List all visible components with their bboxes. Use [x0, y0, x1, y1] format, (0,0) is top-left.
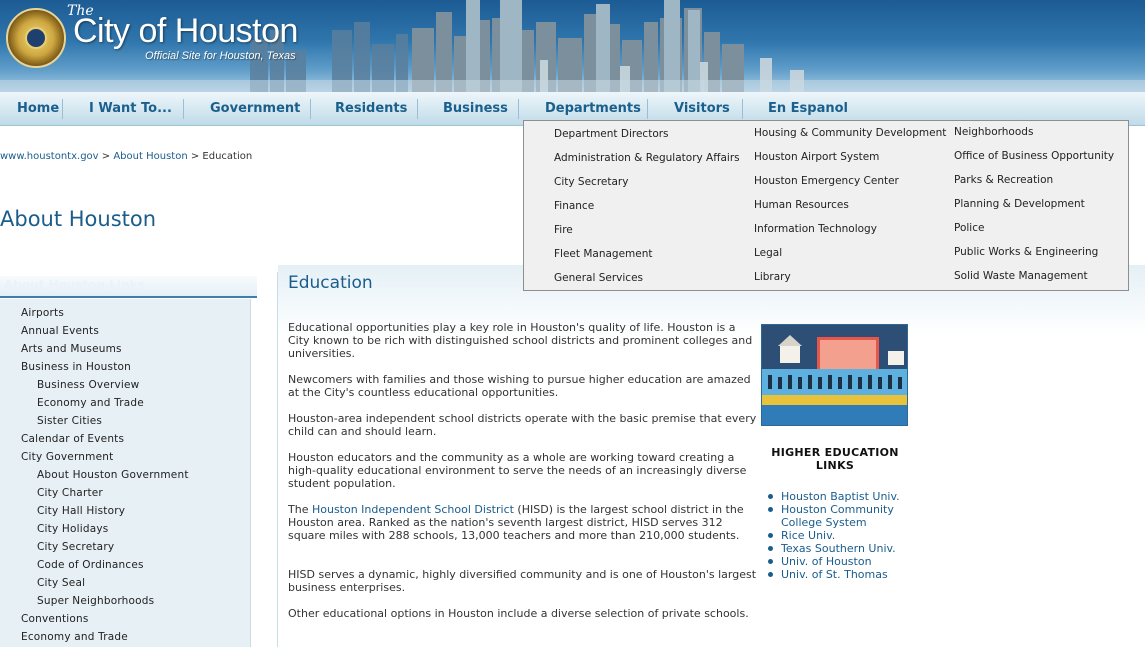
higher-ed-link[interactable]: Rice Univ. [767, 529, 927, 542]
mural-illustration [762, 325, 907, 425]
dept-menu-item[interactable]: Fleet Management [554, 248, 653, 260]
sidebar-sublink[interactable]: City Seal [37, 577, 85, 589]
sidebar-link[interactable]: Annual Events [21, 325, 99, 337]
sidebar-heading: About Houston Links [0, 276, 257, 298]
nav-residents[interactable]: Residents [335, 101, 407, 119]
dept-menu-item[interactable]: Human Resources [754, 199, 849, 211]
nav-home[interactable]: Home [17, 101, 59, 119]
dept-menu-item[interactable]: Office of Business Opportunity [954, 150, 1114, 162]
higher-education-title: HIGHER EDUCATION LINKS [771, 446, 899, 472]
dept-menu-item[interactable]: Fire [554, 224, 573, 236]
sidebar-sublink[interactable]: Sister Cities [37, 415, 102, 427]
seal-center [25, 27, 47, 49]
paragraph-text: The [288, 503, 312, 516]
paragraph: HISD serves a dynamic, highly diversifie… [288, 568, 757, 594]
dept-menu-item[interactable]: Public Works & Engineering [954, 246, 1098, 258]
dept-menu-item[interactable]: Neighborhoods [954, 126, 1033, 138]
nav-business[interactable]: Business [443, 101, 508, 119]
dept-menu-item[interactable]: Solid Waste Management [954, 270, 1088, 282]
nav-divider [742, 99, 743, 119]
nav-divider [518, 99, 519, 119]
nav-government[interactable]: Government [210, 101, 300, 119]
dept-menu-item[interactable]: Department Directors [554, 128, 669, 140]
dept-menu-item[interactable]: Finance [554, 200, 594, 212]
dept-menu-item[interactable]: Administration & Regulatory Affairs [554, 152, 740, 164]
paragraph: Houston educators and the community as a… [288, 451, 747, 490]
departments-dropdown-menu: Department Directors Administration & Re… [523, 120, 1129, 291]
dept-menu-item[interactable]: Library [754, 271, 791, 283]
higher-ed-link[interactable]: Houston Baptist Univ. [767, 490, 927, 503]
sidebar-link[interactable]: Economy and Trade [21, 631, 128, 643]
dept-menu-item[interactable]: Planning & Development [954, 198, 1085, 210]
section-title: Education [288, 273, 373, 293]
sidebar-links-panel: Airports Annual Events Arts and Museums … [0, 299, 251, 647]
sidebar-link[interactable]: Airports [21, 307, 64, 319]
nav-divider [647, 99, 648, 119]
nav-en-espanol[interactable]: En Espanol [768, 101, 848, 119]
sidebar-sublink[interactable]: Code of Ordinances [37, 559, 144, 571]
sidebar-sublink[interactable]: Business Overview [37, 379, 139, 391]
sidebar-sublink[interactable]: City Hall History [37, 505, 125, 517]
breadcrumb-home-link[interactable]: www.houstontx.gov [0, 151, 99, 162]
nav-i-want-to[interactable]: I Want To... [89, 101, 172, 119]
sidebar-link[interactable]: Conventions [21, 613, 89, 625]
nav-visitors[interactable]: Visitors [674, 101, 730, 119]
dept-menu-item[interactable]: Houston Airport System [754, 151, 879, 163]
sidebar-link[interactable]: City Government [21, 451, 113, 463]
breadcrumb-separator: > [98, 151, 114, 162]
dept-menu-item[interactable]: Housing & Community Development [754, 127, 946, 139]
sidebar-sublink[interactable]: City Secretary [37, 541, 114, 553]
breadcrumb-current: Education [202, 151, 253, 162]
nav-divider [310, 99, 311, 119]
paragraph: Newcomers with families and those wishin… [288, 373, 751, 399]
paragraph-hisd: The Houston Independent School District … [288, 503, 758, 542]
dept-menu-item[interactable]: Houston Emergency Center [754, 175, 899, 187]
paragraph: Houston-area independent school district… [288, 412, 757, 438]
breadcrumb-parent-link[interactable]: About Houston [113, 151, 187, 162]
higher-education-links: Houston Baptist Univ. Houston Community … [767, 490, 927, 581]
sidebar-sublink[interactable]: City Charter [37, 487, 103, 499]
nav-divider [62, 99, 63, 119]
sidebar-sublink[interactable]: About Houston Government [37, 469, 189, 481]
dept-menu-item[interactable]: Police [954, 222, 984, 234]
sidebar-sublink[interactable]: Super Neighborhoods [37, 595, 154, 607]
brand-tagline: Official Site for Houston, Texas [145, 50, 296, 62]
hisd-link[interactable]: Houston Independent School District [312, 503, 514, 516]
dept-menu-item[interactable]: Parks & Recreation [954, 174, 1053, 186]
sidebar-link[interactable]: Arts and Museums [21, 343, 122, 355]
sidebar-heading-text: About Houston Links [4, 278, 145, 292]
page-title: About Houston [0, 207, 157, 231]
site-header: The City of Houston Official Site for Ho… [0, 0, 1145, 92]
breadcrumb-separator: > [187, 151, 203, 162]
dept-menu-item[interactable]: Legal [754, 247, 782, 259]
paragraph: Educational opportunities play a key rol… [288, 321, 753, 360]
brand-name[interactable]: City of Houston [73, 12, 298, 51]
higher-ed-link[interactable]: Texas Southern Univ. [767, 542, 927, 555]
higher-ed-link[interactable]: Houston Community College System [767, 503, 927, 529]
education-mural-image [761, 324, 908, 426]
sidebar-link[interactable]: Calendar of Events [21, 433, 124, 445]
dept-menu-item[interactable]: General Services [554, 272, 643, 284]
city-seal-logo[interactable] [6, 8, 66, 68]
breadcrumb: www.houstontx.gov > About Houston > Educ… [0, 151, 252, 162]
higher-ed-link[interactable]: Univ. of Houston [767, 555, 927, 568]
nav-departments[interactable]: Departments [545, 101, 641, 119]
paragraph: Other educational options in Houston inc… [288, 607, 749, 620]
sidebar-link[interactable]: Business in Houston [21, 361, 131, 373]
nav-divider [183, 99, 184, 119]
sidebar-sublink[interactable]: City Holidays [37, 523, 108, 535]
dept-menu-item[interactable]: City Secretary [554, 176, 628, 188]
sidebar-sublink[interactable]: Economy and Trade [37, 397, 144, 409]
nav-divider [417, 99, 418, 119]
higher-ed-link[interactable]: Univ. of St. Thomas [767, 568, 927, 581]
dept-menu-item[interactable]: Information Technology [754, 223, 877, 235]
